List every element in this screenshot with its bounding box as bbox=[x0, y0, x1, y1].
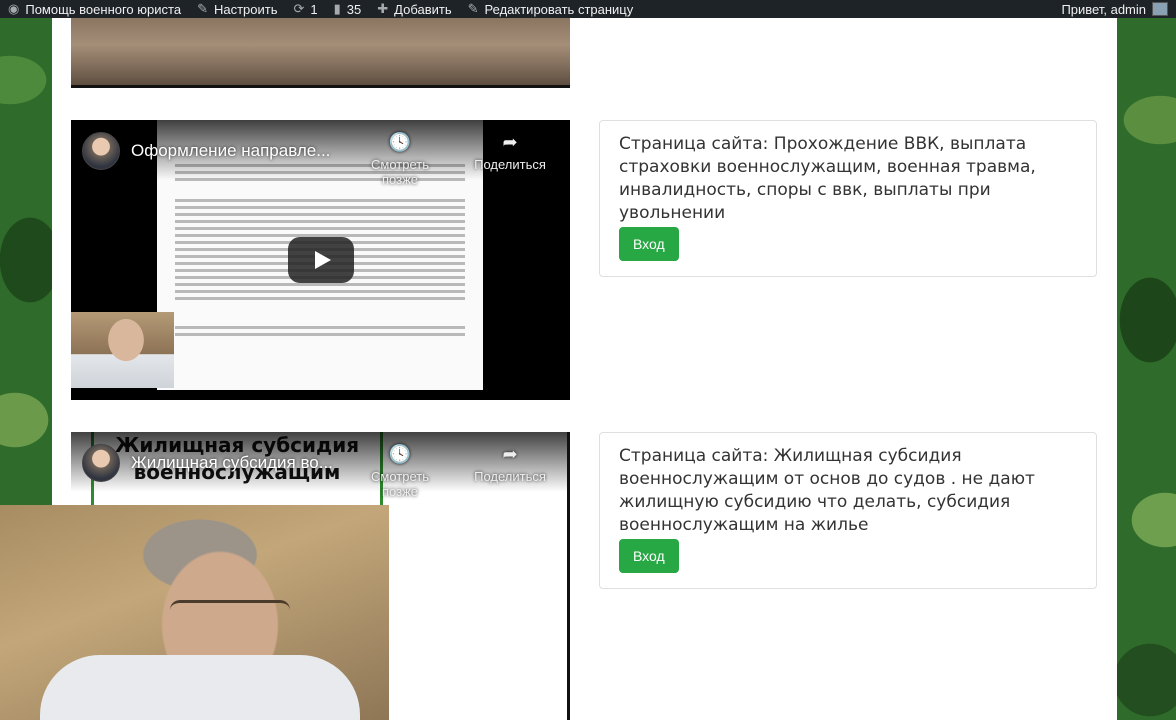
watch-later-button[interactable]: 🕓 Смотреть позже bbox=[355, 444, 445, 499]
video-player-1[interactable]: Оформление направле... 🕓 Смотреть позже … bbox=[71, 120, 570, 400]
share-button[interactable]: ➦ Поделиться bbox=[465, 444, 555, 484]
plus-icon: ✚ bbox=[377, 1, 389, 16]
comments-link[interactable]: ▮ 35 bbox=[326, 0, 370, 18]
enter-button[interactable]: Вход bbox=[619, 539, 679, 573]
clock-icon: 🕓 bbox=[388, 444, 412, 464]
comments-count: 35 bbox=[346, 1, 362, 17]
updates-count: 1 bbox=[310, 1, 318, 17]
watch-later-label: Смотреть позже bbox=[371, 157, 429, 187]
clock-icon: 🕓 bbox=[388, 132, 412, 152]
card-text: Страница сайта: Жилищная субсидия военно… bbox=[619, 446, 1035, 535]
page-card-2: Страница сайта: Жилищная субсидия военно… bbox=[599, 432, 1097, 589]
new-content-label: Добавить bbox=[394, 1, 452, 17]
video-title[interactable]: Жилищная субсидия во... bbox=[131, 453, 333, 473]
video-thumbnail-partial[interactable] bbox=[71, 18, 570, 88]
brush-icon: ✎ bbox=[197, 1, 208, 16]
video-title[interactable]: Оформление направле... bbox=[131, 141, 330, 161]
play-icon bbox=[315, 251, 331, 269]
edit-page-label: Редактировать страницу bbox=[484, 1, 634, 17]
greeting-label: Привет, admin bbox=[1061, 1, 1146, 17]
new-content-link[interactable]: ✚ Добавить bbox=[369, 0, 459, 18]
updates-icon: ⟳ bbox=[293, 1, 305, 16]
page-card-1: Страница сайта: Прохождение ВВК, выплата… bbox=[599, 120, 1097, 277]
webcam-person-glasses bbox=[170, 600, 290, 630]
site-name-link[interactable]: ◉ Помощь военного юриста bbox=[0, 0, 189, 18]
card-text: Страница сайта: Прохождение ВВК, выплата… bbox=[619, 134, 1036, 223]
admin-bar: ◉ Помощь военного юриста ✎ Настроить ⟳ 1… bbox=[0, 0, 1176, 18]
customize-link[interactable]: ✎ Настроить bbox=[189, 0, 285, 18]
share-icon: ➦ bbox=[502, 132, 518, 152]
share-icon: ➦ bbox=[502, 444, 518, 464]
share-label: Поделиться bbox=[474, 157, 546, 172]
presenter-thumbnail bbox=[71, 312, 174, 388]
site-name-label: Помощь военного юриста bbox=[25, 1, 182, 17]
comment-icon: ▮ bbox=[333, 1, 341, 16]
watch-later-label: Смотреть позже bbox=[371, 469, 429, 499]
channel-avatar[interactable] bbox=[82, 444, 120, 482]
video-edge bbox=[567, 432, 570, 720]
customize-label: Настроить bbox=[213, 1, 278, 17]
share-button[interactable]: ➦ Поделиться bbox=[465, 132, 555, 172]
play-button[interactable] bbox=[288, 237, 354, 283]
avatar bbox=[1152, 2, 1168, 16]
channel-avatar[interactable] bbox=[82, 132, 120, 170]
edit-page-link[interactable]: ✎ Редактировать страницу bbox=[460, 0, 642, 18]
share-label: Поделиться bbox=[474, 469, 546, 484]
updates-link[interactable]: ⟳ 1 bbox=[286, 0, 326, 18]
my-account-link[interactable]: Привет, admin bbox=[1053, 0, 1176, 18]
watch-later-button[interactable]: 🕓 Смотреть позже bbox=[355, 132, 445, 187]
webcam-overlay bbox=[0, 505, 389, 720]
pencil-icon: ✎ bbox=[467, 1, 479, 16]
dashboard-icon: ◉ bbox=[8, 1, 20, 16]
webcam-person-shirt bbox=[40, 655, 360, 720]
enter-button[interactable]: Вход bbox=[619, 227, 679, 261]
